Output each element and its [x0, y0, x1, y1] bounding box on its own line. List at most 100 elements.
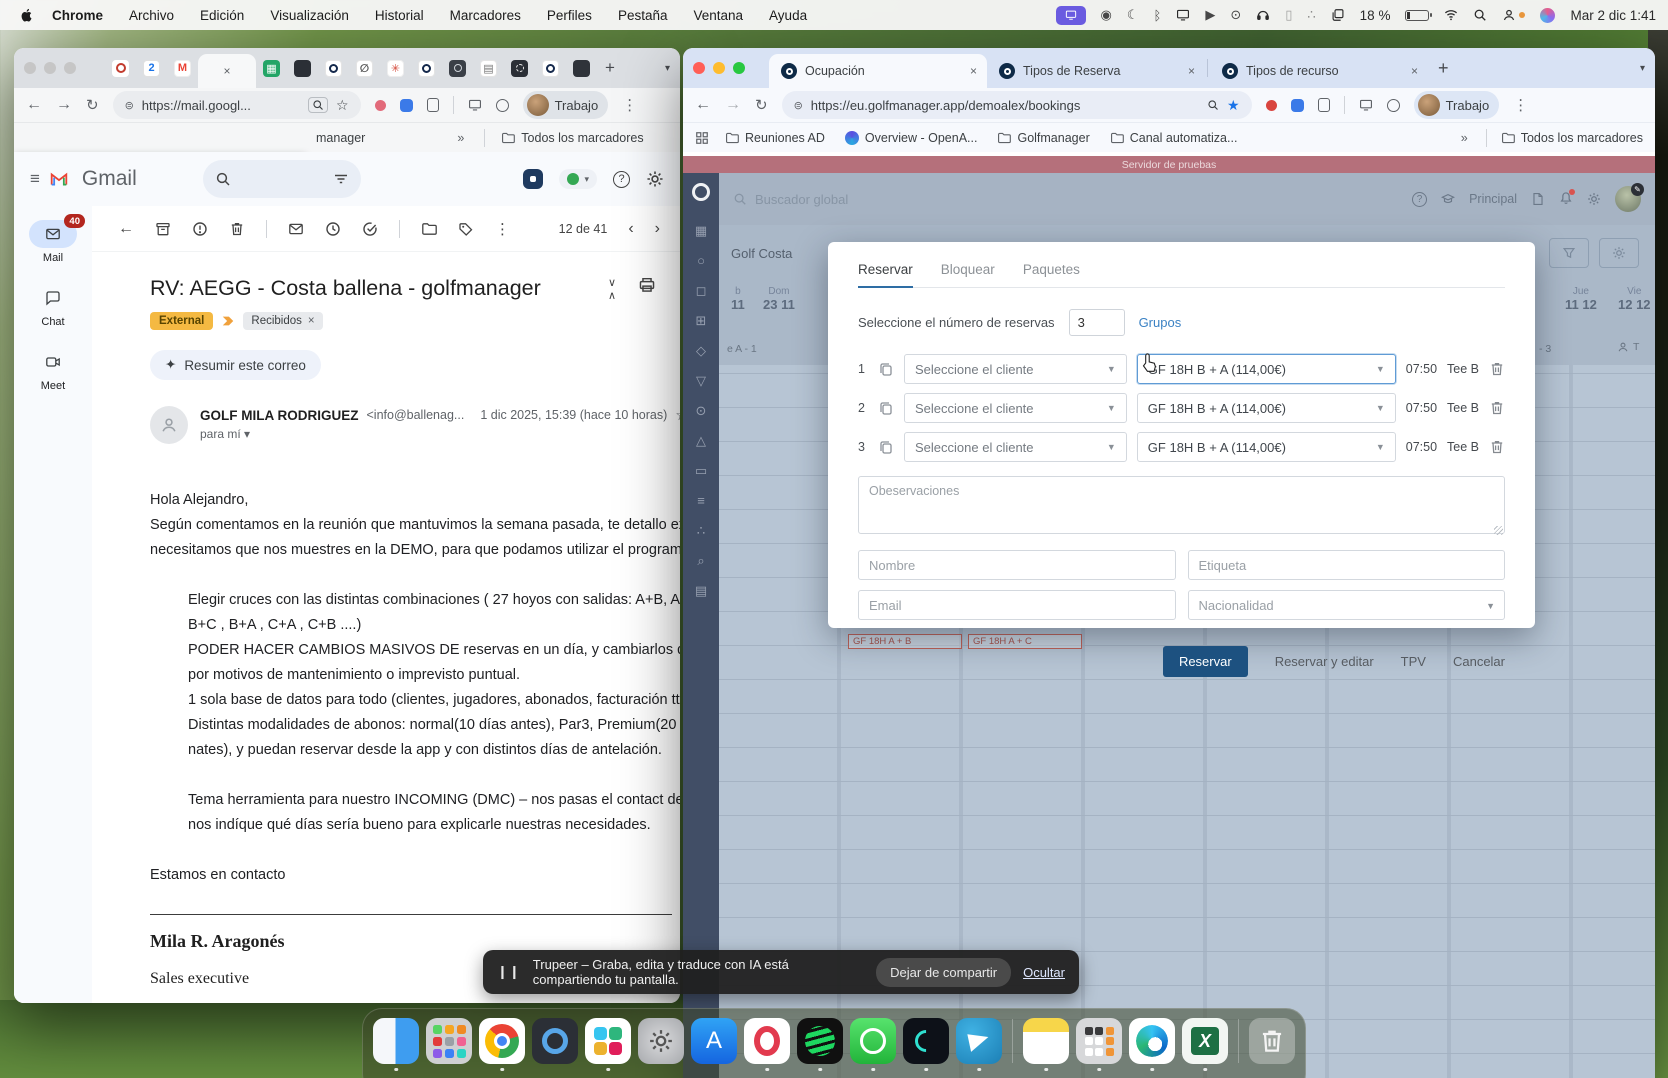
reservar-button[interactable]: Reservar	[1163, 646, 1248, 677]
profile-chip[interactable]: Trabajo	[1414, 91, 1500, 119]
name-field[interactable]	[858, 550, 1176, 580]
tpv-button[interactable]: TPV	[1401, 654, 1426, 669]
close-tab-icon[interactable]: ×	[1411, 64, 1418, 78]
help-icon[interactable]: ?	[1412, 192, 1427, 207]
day-column-header[interactable]: Dom23 11	[763, 285, 795, 311]
dock-trash[interactable]	[1249, 1018, 1295, 1064]
bookmark-canal[interactable]: Canal automatiza...	[1110, 131, 1238, 145]
club-name[interactable]: Golf Costa	[731, 246, 792, 261]
bluetooth-icon[interactable]: ᛒ	[1154, 8, 1162, 23]
global-search[interactable]: Buscador global	[733, 192, 848, 207]
search-filter-icon[interactable]	[333, 171, 349, 187]
pinned-tab-dark1[interactable]	[294, 60, 311, 77]
extensions-icon[interactable]	[1318, 98, 1330, 112]
device-toolbar-icon[interactable]	[1359, 98, 1373, 112]
print-icon[interactable]	[638, 276, 656, 294]
settings-gear-icon[interactable]	[646, 170, 664, 188]
more-options-icon[interactable]: ⋮	[495, 220, 510, 238]
mission-control-icon[interactable]	[1331, 8, 1345, 22]
client-select[interactable]: Seleccione el cliente▼	[904, 354, 1127, 384]
wifi-icon[interactable]	[1444, 8, 1458, 22]
pinned-tab-sheets[interactable]: ▦	[263, 60, 280, 77]
client-select[interactable]: Seleccione el cliente▼	[904, 393, 1127, 423]
apps-grid-icon[interactable]	[695, 131, 709, 145]
pinned-tab-navy2[interactable]	[418, 60, 435, 77]
collapse-icon[interactable]: ∨∧	[608, 276, 616, 302]
duplicate-row-icon[interactable]	[878, 361, 894, 377]
leaf-extension-icon[interactable]	[1387, 99, 1400, 112]
pinned-tab-book[interactable]: ▤	[480, 60, 497, 77]
modal-tab-reservar[interactable]: Reservar	[858, 262, 913, 288]
leaf-extension-icon[interactable]	[496, 99, 509, 112]
dots-status-icon[interactable]: ∴	[1307, 7, 1315, 23]
groups-link[interactable]: Grupos	[1139, 315, 1182, 330]
forward-icon[interactable]: →	[56, 96, 72, 114]
media-app-status-icon[interactable]	[1540, 8, 1555, 23]
nav-meet[interactable]: Meet	[29, 348, 77, 392]
hotspot-icon[interactable]: ◉	[1101, 7, 1112, 23]
modal-tab-paquetes[interactable]: Paquetes	[1023, 262, 1080, 287]
stop-sharing-button[interactable]: Dejar de compartir	[876, 958, 1011, 987]
client-select[interactable]: Seleccione el cliente▼	[904, 432, 1127, 462]
delete-row-icon[interactable]	[1489, 400, 1505, 416]
bookmark-partial[interactable]: manager	[316, 131, 365, 145]
cancelar-button[interactable]: Cancelar	[1453, 654, 1505, 669]
nav-mail[interactable]: 40 Mail	[29, 220, 77, 264]
close-tab-icon[interactable]: ×	[970, 64, 977, 78]
gmail-search-bar[interactable]	[203, 160, 361, 198]
window-tiling-icon[interactable]: ▯	[1285, 7, 1292, 23]
zoom-icon[interactable]	[1207, 99, 1219, 111]
menu-perfiles[interactable]: Perfiles	[547, 8, 592, 23]
pinned-tab-openai[interactable]	[511, 60, 528, 77]
help-icon[interactable]: ?	[613, 171, 630, 188]
product-select[interactable]: GF 18H B + A (114,00€)▼	[1137, 393, 1396, 423]
extension-record-icon[interactable]	[1266, 100, 1277, 111]
tab-tipos-de-recurso[interactable]: Tipos de recurso ×	[1210, 54, 1428, 88]
dock-excel[interactable]: X	[1182, 1018, 1228, 1064]
play-status-icon[interactable]: ▶	[1205, 7, 1215, 23]
dock-whatsapp[interactable]	[850, 1018, 896, 1064]
label-icon[interactable]	[458, 221, 474, 237]
delete-icon[interactable]	[229, 221, 245, 237]
hide-bar-link[interactable]: Ocultar	[1023, 965, 1065, 980]
menu-app-name[interactable]: Chrome	[52, 8, 103, 23]
menu-ventana[interactable]: Ventana	[693, 8, 743, 23]
sidebar-school-icon[interactable]: △	[696, 434, 706, 447]
sidebar-cart-icon[interactable]: ⊞	[696, 314, 707, 327]
sidebar-tags-icon[interactable]: ▽	[696, 374, 706, 387]
keyboard-brightness-icon[interactable]: ⊙	[1230, 7, 1241, 23]
newer-email-icon[interactable]: ‹	[628, 220, 633, 238]
sidebar-calendar-icon[interactable]: ▦	[695, 224, 707, 237]
day-column-header[interactable]: Jue11 12	[1565, 285, 1597, 311]
dock-telegram[interactable]	[956, 1018, 1002, 1064]
notifications-bell-icon[interactable]	[1559, 191, 1573, 208]
bookmark-overview[interactable]: Overview - OpenA...	[845, 131, 978, 145]
golfmanager-logo[interactable]	[692, 183, 710, 201]
reload-icon[interactable]: ↻	[86, 96, 99, 114]
fast-user-switch-icon[interactable]	[1502, 8, 1525, 22]
dock-finder[interactable]	[373, 1018, 419, 1064]
star-icon[interactable]: ☆	[675, 406, 680, 424]
email-field[interactable]	[858, 590, 1176, 620]
day-column-header[interactable]: Vie12 12	[1618, 285, 1651, 311]
bookmarks-overflow-icon[interactable]: »	[1461, 131, 1468, 145]
dock-opera[interactable]	[744, 1018, 790, 1064]
menu-bar-clock[interactable]: Mar 2 dic 1:41	[1570, 8, 1656, 23]
tab-search-icon[interactable]: ▾	[665, 63, 670, 74]
browser-menu-icon[interactable]: ⋮	[622, 96, 637, 114]
all-bookmarks[interactable]: Todos los marcadores	[1501, 131, 1643, 145]
zoom-window-button[interactable]	[733, 62, 745, 74]
extension-blue-icon[interactable]	[1291, 99, 1304, 112]
dock-wave-app[interactable]	[903, 1018, 949, 1064]
dock-calculator[interactable]	[1076, 1018, 1122, 1064]
address-bar[interactable]: ⊜ https://eu.golfmanager.app/demoalex/bo…	[782, 91, 1252, 119]
close-window-button[interactable]	[693, 62, 705, 74]
status-chip[interactable]: ▾	[559, 169, 597, 189]
sidebar-stats-icon[interactable]: ∴	[697, 524, 705, 537]
sender-name[interactable]: GOLF MILA RODRIGUEZ	[200, 408, 359, 423]
add-task-icon[interactable]	[362, 221, 378, 237]
new-tab-button[interactable]: +	[1438, 58, 1449, 79]
user-avatar[interactable]: ✎	[1615, 186, 1641, 212]
modal-tab-bloquear[interactable]: Bloquear	[941, 262, 995, 287]
resize-grip[interactable]	[1494, 526, 1503, 535]
